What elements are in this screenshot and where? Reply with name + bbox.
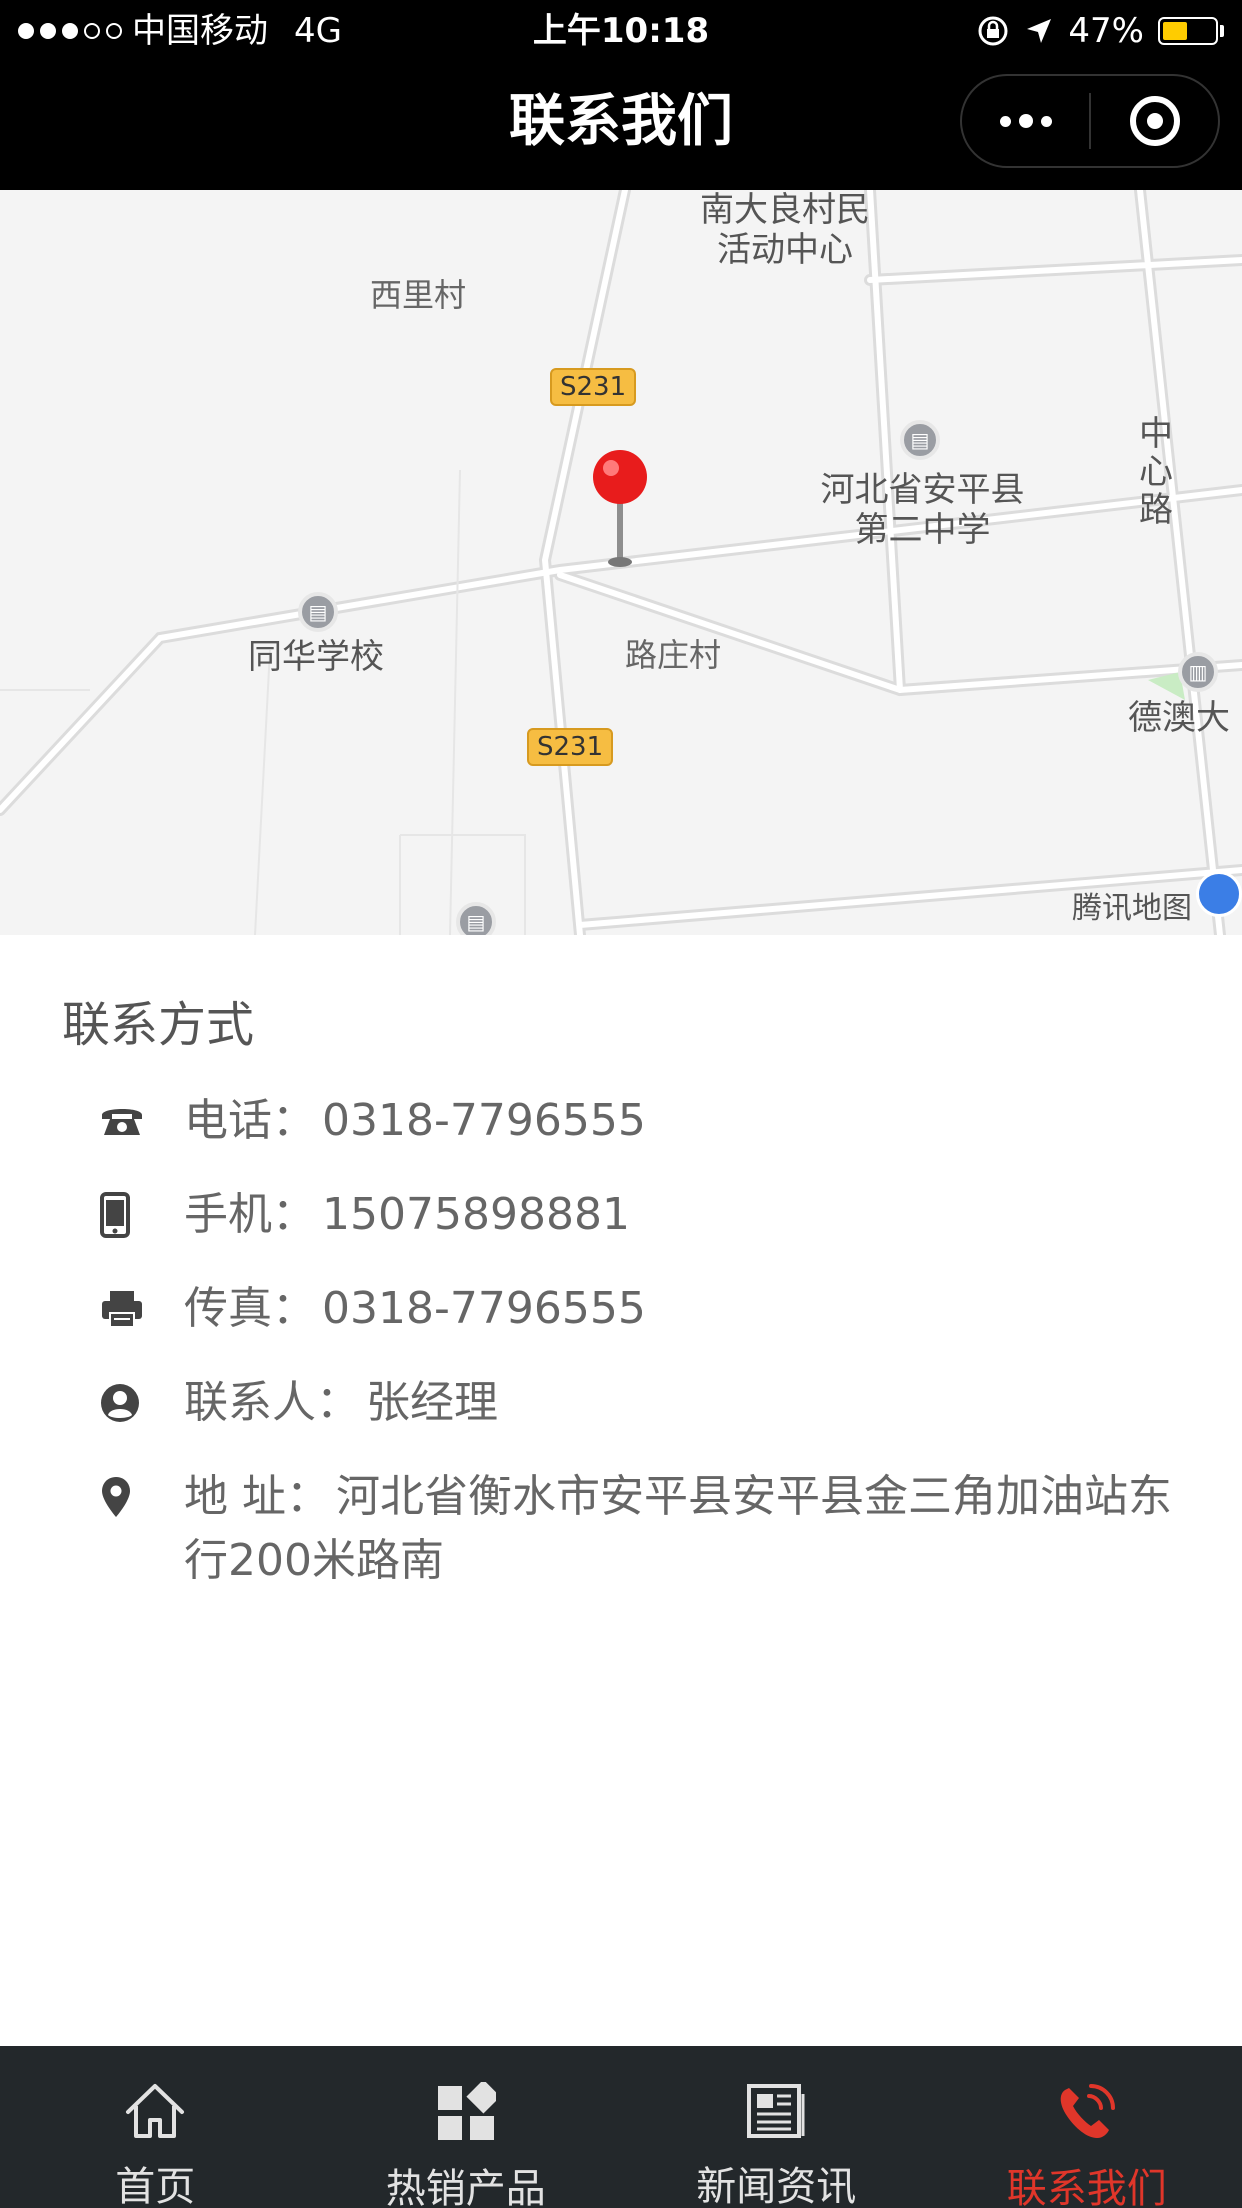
tab-label: 热销产品 bbox=[385, 2166, 546, 2208]
tab-contact-us[interactable]: 联系我们 bbox=[932, 2046, 1242, 2208]
user-circle-icon bbox=[100, 1377, 156, 1429]
map-watermark: 腾讯地图 bbox=[1072, 891, 1192, 926]
map-label-xili: 西里村 bbox=[370, 276, 467, 314]
location-pin-icon bbox=[100, 1471, 156, 1523]
contact-label: 传真： bbox=[184, 1283, 316, 1334]
tab-label: 首页 bbox=[115, 2164, 196, 2208]
contact-label: 联系人： bbox=[184, 1377, 360, 1428]
location-arrow-icon bbox=[1027, 19, 1052, 43]
road-shield-s231: S231 bbox=[550, 368, 637, 406]
map-label-text: 河北省安平县第二中学 bbox=[820, 470, 1025, 550]
contact-person-name: 张经理 bbox=[366, 1377, 498, 1428]
map-label-text: 南大良村民活动中心 bbox=[700, 190, 870, 270]
building-poi-icon: ▥ bbox=[1178, 652, 1218, 692]
map-logo-icon bbox=[1196, 871, 1242, 917]
tab-hot-products[interactable]: 热销产品 bbox=[311, 2046, 622, 2208]
battery-icon bbox=[1158, 17, 1224, 45]
tab-news[interactable]: 新闻资讯 bbox=[621, 2046, 932, 2208]
contact-label: 地 址： bbox=[184, 1471, 330, 1522]
contact-label: 电话： bbox=[184, 1095, 316, 1146]
close-miniprogram-button[interactable] bbox=[1091, 76, 1218, 166]
orientation-lock-icon bbox=[978, 16, 1008, 46]
map-label-luzhuang: 路庄村 bbox=[625, 636, 722, 674]
contact-fax[interactable]: 传真： 0318-7796555 bbox=[100, 1283, 1180, 1335]
fax-icon bbox=[100, 1283, 156, 1335]
mini-program-capsule bbox=[960, 74, 1220, 168]
contact-phone[interactable]: 电话： 0318-7796555 bbox=[100, 1095, 1180, 1147]
news-icon bbox=[747, 2082, 805, 2140]
map-label-second-middle-school: 河北省安平县第二中学 bbox=[810, 470, 1035, 550]
grid-products-icon bbox=[436, 2082, 496, 2142]
home-icon bbox=[124, 2082, 186, 2140]
bottom-tab-bar: 首页 热销产品 新闻资讯 联系我们 bbox=[0, 2046, 1242, 2208]
battery-percent: 47% bbox=[1068, 11, 1144, 51]
map-view[interactable]: 南大良村民活动中心 西里村 S231 ▤ 河北省安平县第二中学 中心路 ▤ 同华… bbox=[0, 190, 1242, 935]
map-roads bbox=[0, 190, 1242, 935]
contact-page: 中国移动 4G 上午10:18 47% 联系我们 南大良村民活动中心 西里村 S… bbox=[0, 0, 1242, 2208]
contact-label: 手机： bbox=[184, 1189, 316, 1240]
map-label-deao: 德澳大 bbox=[1128, 698, 1230, 738]
contact-mobile[interactable]: 手机： 15075898881 bbox=[100, 1189, 1180, 1241]
address-text: 河北省衡水市安平县安平县金三角加油站东行200米路南 bbox=[184, 1471, 1172, 1586]
mobile-number: 15075898881 bbox=[322, 1189, 630, 1240]
section-title: 联系方式 bbox=[62, 997, 255, 1053]
school-poi-icon: ▤ bbox=[900, 420, 940, 460]
contact-address: 地 址： 河北省衡水市安平县安平县金三角加油站东行200米路南 bbox=[100, 1471, 1180, 1593]
tab-home[interactable]: 首页 bbox=[0, 2046, 311, 2208]
road-shield-s231: S231 bbox=[527, 728, 614, 766]
contact-list: 电话： 0318-7796555 手机： 15075898881 传真： 031… bbox=[100, 1095, 1180, 1635]
map-label-tonghua-school: 同华学校 bbox=[248, 637, 384, 677]
more-dots-icon bbox=[999, 114, 1052, 128]
nav-bar: 联系我们 bbox=[0, 62, 1242, 190]
phone-number: 0318-7796555 bbox=[322, 1095, 646, 1146]
status-bar: 中国移动 4G 上午10:18 47% bbox=[0, 0, 1242, 62]
phone-icon bbox=[100, 1095, 156, 1147]
phone-ring-icon bbox=[1055, 2082, 1119, 2142]
target-circle-icon bbox=[1129, 96, 1180, 146]
fax-number: 0318-7796555 bbox=[322, 1283, 646, 1334]
tab-label: 新闻资讯 bbox=[696, 2164, 857, 2208]
more-button[interactable] bbox=[962, 76, 1089, 166]
status-right: 47% bbox=[976, 0, 1224, 62]
mobile-icon bbox=[100, 1189, 156, 1241]
map-label-north-center: 南大良村民活动中心 bbox=[690, 190, 880, 270]
tab-label: 联系我们 bbox=[1006, 2166, 1167, 2208]
school-poi-icon: ▤ bbox=[298, 592, 338, 632]
map-label-zhongxin-road: 中心路 bbox=[1139, 414, 1173, 530]
poi-icon: ▤ bbox=[456, 902, 496, 935]
contact-person: 联系人： 张经理 bbox=[100, 1377, 1180, 1429]
